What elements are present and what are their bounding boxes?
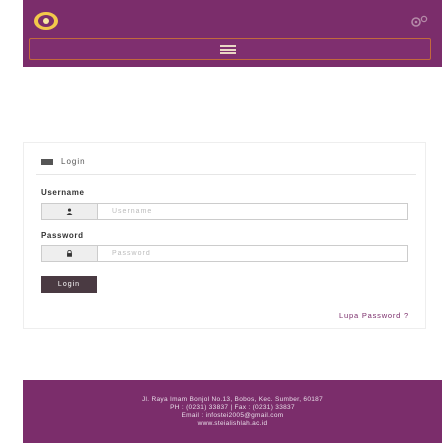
main-nav-bar <box>29 38 431 60</box>
footer-phone: PH : (0231) 33837 | Fax : (0231) 33837 <box>170 404 295 411</box>
hamburger-icon[interactable] <box>220 45 236 54</box>
username-label: Username <box>41 188 85 197</box>
password-addon <box>41 245 97 262</box>
list-icon <box>41 158 53 165</box>
footer-website[interactable]: www.steialishlah.ac.id <box>23 420 442 428</box>
top-header <box>23 0 442 67</box>
footer: Jl. Raya Imam Bonjol No.13, Bobos, Kec. … <box>23 380 442 443</box>
username-input[interactable] <box>97 203 408 220</box>
lock-icon <box>67 250 72 257</box>
password-input[interactable] <box>97 245 408 262</box>
user-icon <box>66 208 73 215</box>
password-label: Password <box>41 231 84 240</box>
gear-icon[interactable] <box>410 15 428 27</box>
footer-address: Jl. Raya Imam Bonjol No.13, Bobos, Kec. … <box>141 396 323 403</box>
forgot-password-link[interactable]: Lupa Password ? <box>339 311 409 320</box>
panel-heading: Login <box>41 157 86 166</box>
panel-title: Login <box>61 157 86 166</box>
login-panel: Login Username Password Login Lupa Passw… <box>23 142 426 329</box>
divider <box>36 174 416 175</box>
username-addon <box>41 203 97 220</box>
password-field-row <box>41 245 408 262</box>
university-logo-icon[interactable] <box>33 10 59 32</box>
footer-email[interactable]: Email : infostei2005@gmail.com <box>23 412 442 420</box>
login-button[interactable]: Login <box>41 276 97 293</box>
username-group <box>41 203 408 220</box>
